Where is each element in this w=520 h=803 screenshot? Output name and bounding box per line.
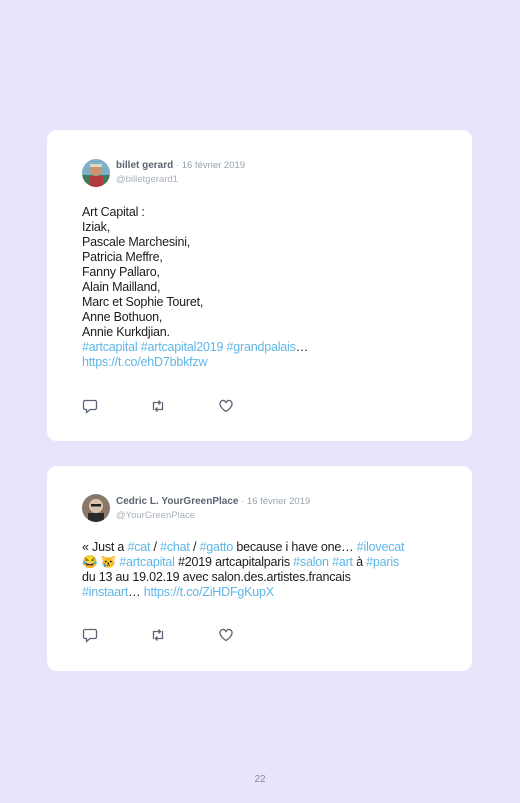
author-handle[interactable]: @billetgerard1	[116, 173, 245, 187]
hashtag-link[interactable]: #paris	[366, 555, 399, 569]
hashtag-link[interactable]: #cat	[127, 540, 150, 554]
tweet-line: Art Capital :	[82, 205, 452, 220]
hashtag-link[interactable]: #salon	[293, 555, 329, 569]
tweet-text-segment: Iziak,	[82, 220, 110, 234]
tweet-url-link[interactable]: https://t.co/ZiHDFgKupX	[144, 585, 274, 599]
heart-icon[interactable]	[218, 398, 234, 414]
tweet-line: « Just a #cat / #chat / #gatto because i…	[82, 540, 452, 555]
author-name[interactable]: billet gerard	[116, 160, 173, 171]
reply-icon[interactable]	[82, 627, 98, 643]
tweet-text-segment: because i have one…	[233, 540, 357, 554]
tweet-text: Art Capital : Iziak, Pascale Marchesini, Pa…	[82, 205, 452, 370]
tweet-line: Fanny Pallaro,	[82, 265, 452, 280]
tweet-line: 😂 😿 #artcapital #2019 artcapitalparis #s…	[82, 555, 452, 570]
tweet-text-segment: Marc et Sophie Touret,	[82, 295, 204, 309]
tweet-text-segment: Patricia Meffre,	[82, 250, 163, 264]
hashtag-link[interactable]: #instaart	[82, 585, 128, 599]
tweet-line: Alain Mailland,	[82, 280, 452, 295]
tweet-card: Cedric L. YourGreenPlace · 16 février 20…	[47, 466, 472, 671]
page: { "tweets": [ { "name": "billet gerard",…	[0, 0, 520, 803]
tweet-text-segment: /	[150, 540, 161, 554]
tweet-header: billet gerard · 16 février 2019 @billetg…	[116, 159, 245, 187]
page-number: 22	[254, 774, 266, 785]
tweet-text-segment: Art Capital :	[82, 205, 145, 219]
tweet-line: Anne Bothuon,	[82, 310, 452, 325]
tweet-line: #artcapital #artcapital2019 #grandpalais…	[82, 340, 452, 355]
hashtag-link[interactable]: #art	[332, 555, 353, 569]
tweet-date[interactable]: · 16 février 2019	[173, 160, 245, 171]
tweet-line: Pascale Marchesini,	[82, 235, 452, 250]
heart-icon[interactable]	[218, 627, 234, 643]
avatar[interactable]	[82, 159, 110, 187]
tweet-line: https://t.co/ehD7bbkfzw	[82, 355, 452, 370]
retweet-icon[interactable]	[150, 398, 166, 414]
tweet-text-segment: …	[295, 340, 309, 354]
tweet-line: Iziak,	[82, 220, 452, 235]
reply-icon[interactable]	[82, 398, 98, 414]
tweet-line: Marc et Sophie Touret,	[82, 295, 452, 310]
author-handle[interactable]: @YourGreenPlace	[116, 509, 310, 523]
tweet-line: Annie Kurkdjian.	[82, 325, 452, 340]
hashtag-link[interactable]: #chat	[160, 540, 190, 554]
tweet-text-segment: « Just a	[82, 540, 128, 554]
tweet-date[interactable]: · 16 février 2019	[238, 496, 310, 507]
hashtag-link[interactable]: #gatto	[200, 540, 234, 554]
hashtag-link[interactable]: #ilovecat	[357, 540, 405, 554]
tweet-card: billet gerard · 16 février 2019 @billetg…	[47, 130, 472, 441]
author-name[interactable]: Cedric L. YourGreenPlace	[116, 496, 238, 507]
tweet-text: « Just a #cat / #chat / #gatto because i…	[82, 540, 452, 600]
tweet-text-segment: du 13 au 19.02.19 avec salon.des.artiste…	[82, 570, 351, 584]
tweet-line: Patricia Meffre,	[82, 250, 452, 265]
tweet-text-segment: …	[128, 585, 144, 599]
hashtag-link[interactable]: #artcapital #artcapital2019 #grandpalais	[82, 340, 296, 354]
tweet-text-segment: Anne Bothuon,	[82, 310, 163, 324]
tweet-text-segment: Alain Mailland,	[82, 280, 161, 294]
tweet-line: #instaart… https://t.co/ZiHDFgKupX	[82, 585, 452, 600]
avatar[interactable]	[82, 494, 110, 522]
retweet-icon[interactable]	[150, 627, 166, 643]
hashtag-link[interactable]: #artcapital	[119, 555, 175, 569]
tweet-text-segment: #2019 artcapitalparis	[174, 555, 294, 569]
tweet-text-segment: Fanny Pallaro,	[82, 265, 160, 279]
tweet-url-link[interactable]: https://t.co/ehD7bbkfzw	[82, 355, 208, 369]
tweet-text-segment: 😂 😿	[82, 555, 120, 569]
tweet-text-segment: à	[352, 555, 367, 569]
tweet-text-segment: Annie Kurkdjian.	[82, 325, 170, 339]
tweet-line: du 13 au 19.02.19 avec salon.des.artiste…	[82, 570, 452, 585]
tweet-text-segment: Pascale Marchesini,	[82, 235, 191, 249]
tweet-text-segment: /	[189, 540, 200, 554]
tweet-header: Cedric L. YourGreenPlace · 16 février 20…	[116, 495, 310, 523]
